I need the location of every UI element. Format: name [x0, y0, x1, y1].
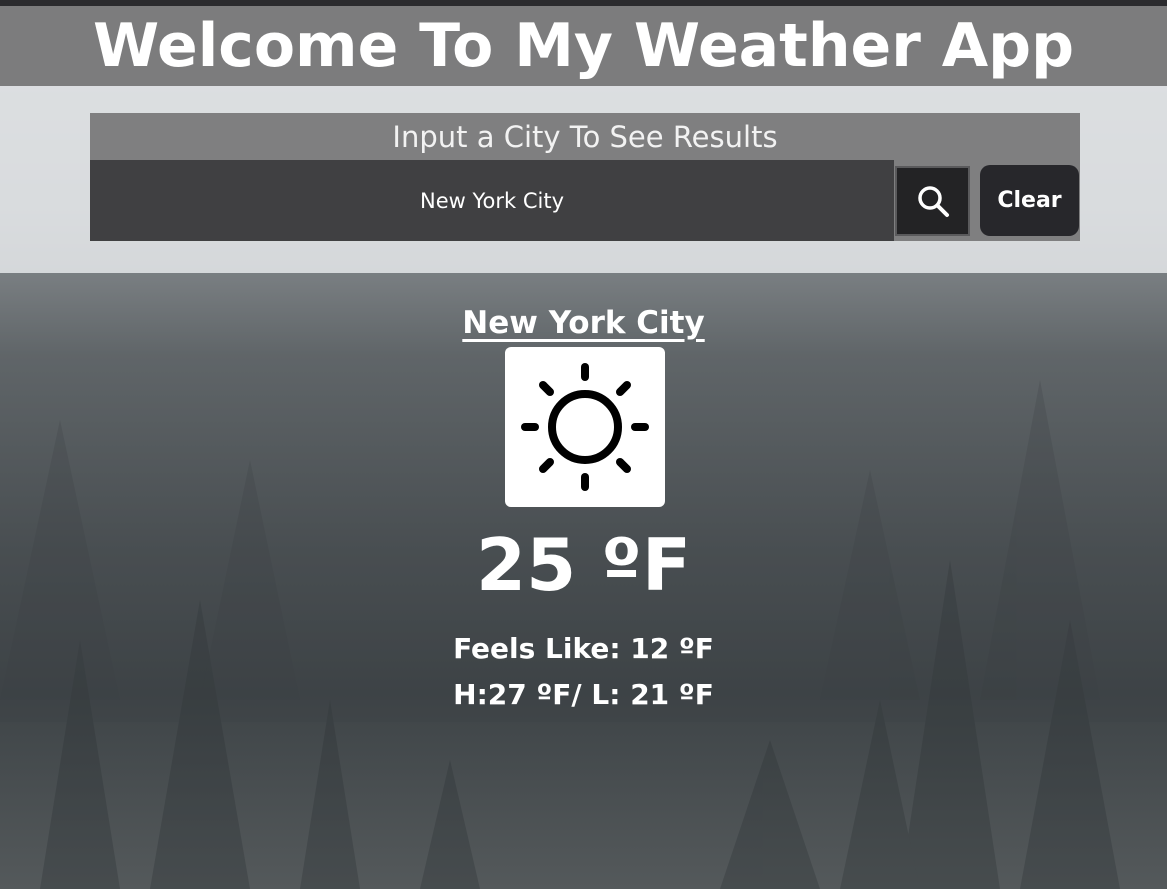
- high-low-temperature: H:27 ºF/ L: 21 ºF: [453, 678, 714, 711]
- app-header: Welcome To My Weather App: [0, 6, 1167, 86]
- weather-condition-tile: [505, 347, 665, 507]
- current-temperature: 25 ºF: [475, 523, 692, 607]
- search-panel: Input a City To See Results Clear: [90, 113, 1080, 241]
- feels-like-temperature: Feels Like: 12 ºF: [453, 632, 714, 665]
- city-search-input[interactable]: [90, 160, 894, 241]
- search-heading: Input a City To See Results: [392, 119, 778, 154]
- app-title: Welcome To My Weather App: [92, 11, 1075, 81]
- sun-icon: [521, 363, 649, 491]
- search-icon: [917, 186, 949, 217]
- result-city-name: New York City: [462, 305, 705, 341]
- search-button[interactable]: [895, 166, 970, 236]
- clear-button[interactable]: Clear: [980, 165, 1079, 236]
